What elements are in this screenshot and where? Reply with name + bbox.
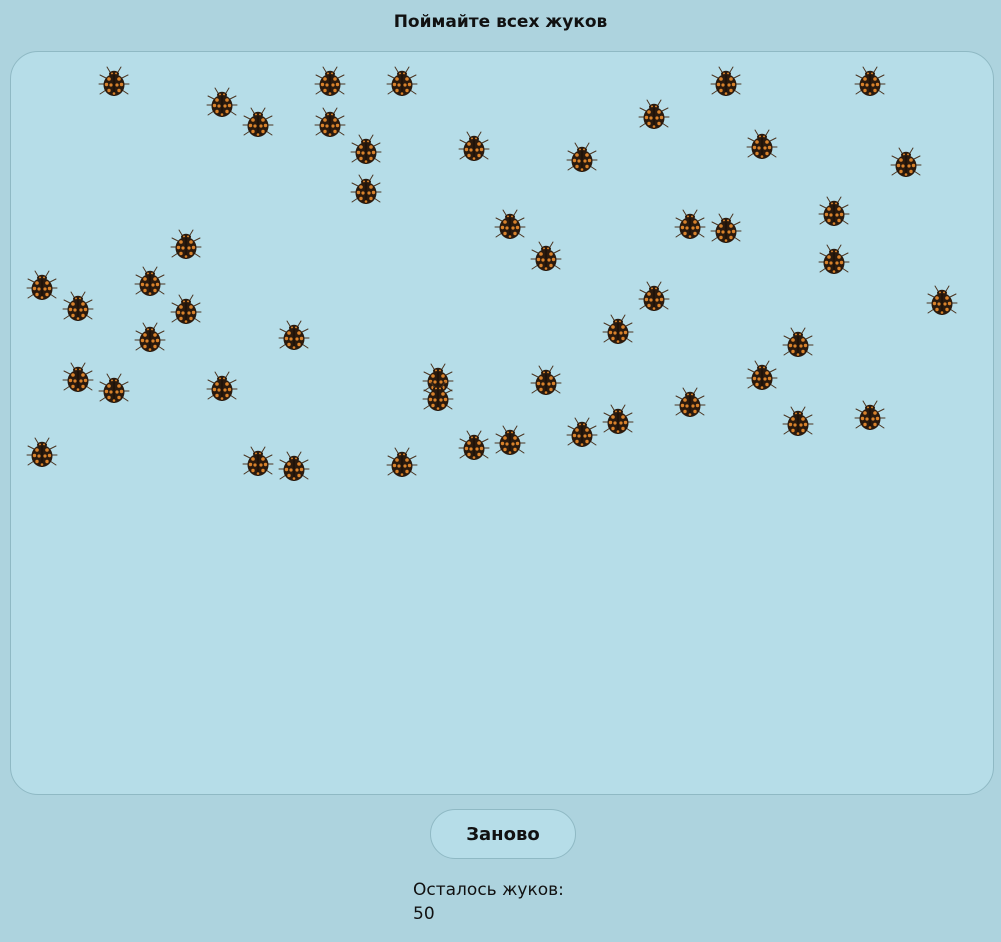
- ladybug-icon[interactable]: [853, 400, 887, 434]
- restart-button[interactable]: Заново: [430, 809, 576, 859]
- ladybug-icon[interactable]: [25, 270, 59, 304]
- ladybug-icon[interactable]: [565, 142, 599, 176]
- ladybug-icon[interactable]: [277, 451, 311, 485]
- ladybug-icon[interactable]: [853, 66, 887, 100]
- ladybug-icon[interactable]: [277, 320, 311, 354]
- ladybug-icon[interactable]: [493, 209, 527, 243]
- ladybug-icon[interactable]: [205, 87, 239, 121]
- ladybug-icon[interactable]: [169, 294, 203, 328]
- ladybug-icon[interactable]: [349, 134, 383, 168]
- remaining-count: 50: [413, 904, 435, 924]
- ladybug-icon[interactable]: [673, 209, 707, 243]
- ladybug-icon[interactable]: [565, 417, 599, 451]
- ladybug-icon[interactable]: [241, 107, 275, 141]
- game-field: [10, 51, 994, 795]
- ladybug-icon[interactable]: [637, 99, 671, 133]
- ladybug-icon[interactable]: [457, 430, 491, 464]
- ladybug-icon[interactable]: [637, 281, 671, 315]
- ladybug-icon[interactable]: [61, 362, 95, 396]
- game-page: Поймайте всех жуков Заново Осталось жуко…: [0, 0, 1001, 942]
- ladybug-icon[interactable]: [25, 437, 59, 471]
- remaining-label: Осталось жуков:: [413, 880, 564, 900]
- ladybug-icon[interactable]: [133, 266, 167, 300]
- ladybug-icon[interactable]: [169, 229, 203, 263]
- ladybug-icon[interactable]: [385, 447, 419, 481]
- ladybug-icon[interactable]: [457, 131, 491, 165]
- page-title: Поймайте всех жуков: [393, 12, 608, 32]
- ladybug-icon[interactable]: [781, 406, 815, 440]
- ladybug-icon[interactable]: [817, 196, 851, 230]
- ladybug-icon[interactable]: [493, 425, 527, 459]
- ladybug-icon[interactable]: [709, 213, 743, 247]
- ladybug-icon[interactable]: [817, 244, 851, 278]
- ladybug-icon[interactable]: [97, 66, 131, 100]
- ladybug-icon[interactable]: [133, 322, 167, 356]
- ladybug-icon[interactable]: [313, 107, 347, 141]
- ladybug-icon[interactable]: [349, 174, 383, 208]
- ladybug-icon[interactable]: [925, 285, 959, 319]
- ladybug-icon[interactable]: [205, 371, 239, 405]
- ladybug-icon[interactable]: [889, 147, 923, 181]
- ladybug-icon[interactable]: [745, 129, 779, 163]
- ladybug-icon[interactable]: [421, 381, 455, 415]
- ladybug-icon[interactable]: [61, 291, 95, 325]
- ladybug-icon[interactable]: [709, 66, 743, 100]
- ladybug-icon[interactable]: [745, 360, 779, 394]
- ladybug-icon[interactable]: [601, 404, 635, 438]
- ladybug-icon[interactable]: [529, 365, 563, 399]
- ladybug-icon[interactable]: [241, 446, 275, 480]
- ladybug-icon[interactable]: [313, 66, 347, 100]
- ladybug-icon[interactable]: [97, 373, 131, 407]
- ladybug-icon[interactable]: [673, 387, 707, 421]
- ladybug-icon[interactable]: [529, 241, 563, 275]
- ladybug-icon[interactable]: [781, 327, 815, 361]
- ladybug-icon[interactable]: [601, 314, 635, 348]
- ladybug-icon[interactable]: [385, 66, 419, 100]
